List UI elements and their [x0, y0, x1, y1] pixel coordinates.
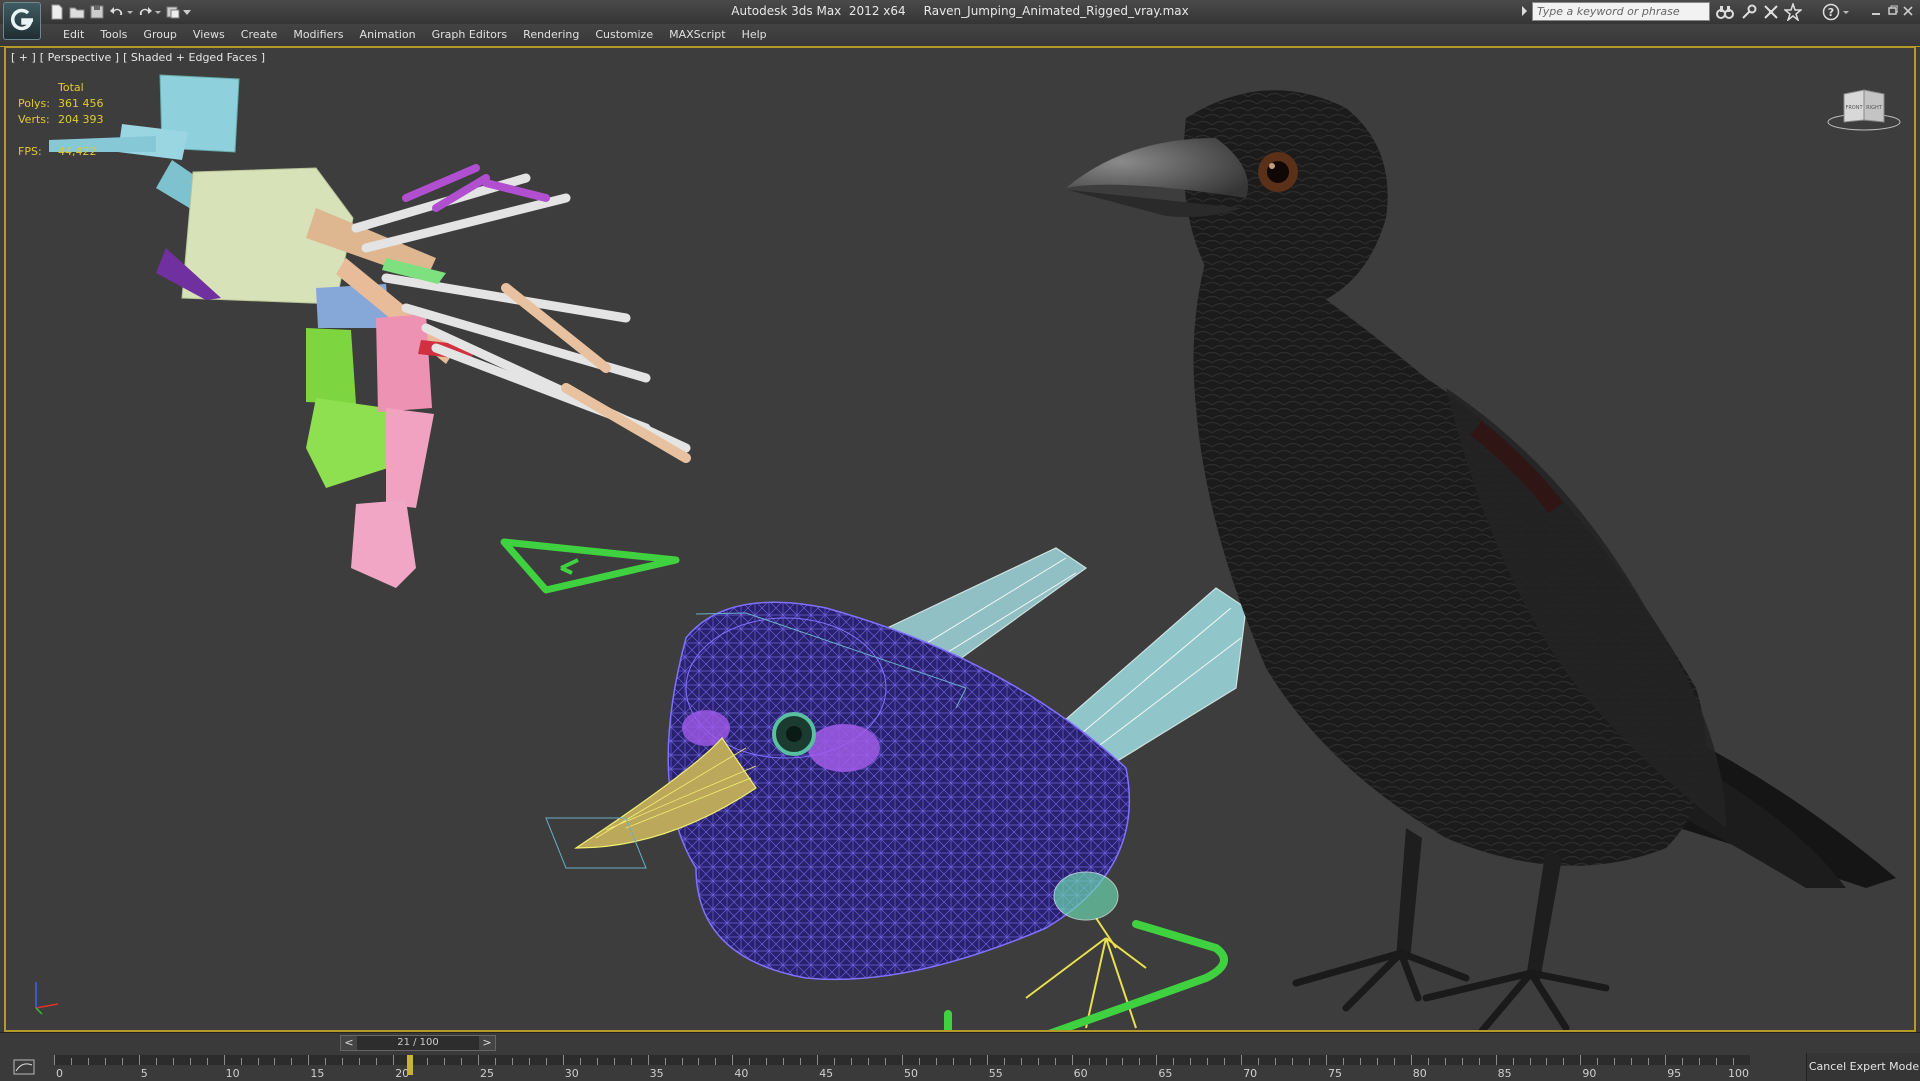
menu-modifiers[interactable]: Modifiers — [285, 28, 351, 44]
track-bar[interactable]: 0 5 10 15 20 25 30 35 40 45 50 55 60 65 70 75 80 85 90 95 10… — [54, 1055, 1750, 1081]
menu-group[interactable]: Group — [135, 28, 185, 44]
stats-verts-value: 204 393 — [58, 113, 104, 126]
track-tick-label: 0 — [56, 1067, 63, 1080]
stats-polys-value: 361 456 — [58, 97, 104, 110]
search-input[interactable] — [1532, 2, 1710, 21]
track-tick-label: 100 — [1728, 1067, 1749, 1080]
key-wrench-icon — [1742, 4, 1757, 19]
close-icon — [1903, 6, 1913, 16]
menu-customize[interactable]: Customize — [587, 28, 661, 44]
help-button[interactable]: ? — [1822, 3, 1840, 21]
track-tick-label: 50 — [904, 1067, 918, 1080]
restore-button[interactable] — [1884, 2, 1900, 20]
track-tick-label: 30 — [565, 1067, 579, 1080]
track-tick-label: 60 — [1074, 1067, 1088, 1080]
control-arrow-icon — [560, 558, 579, 575]
track-tick-label: 85 — [1498, 1067, 1512, 1080]
viewport-point-of-view[interactable]: [ Perspective ] — [40, 51, 119, 64]
help-dropdown[interactable] — [1842, 3, 1850, 21]
track-tick-label: 65 — [1158, 1067, 1172, 1080]
previous-frame-button[interactable]: < — [341, 1036, 357, 1050]
app-title: Autodesk 3ds Max 2012 x64 — [731, 4, 906, 18]
menu-views[interactable]: Views — [185, 28, 233, 44]
chevron-down-icon — [1843, 11, 1849, 14]
menu-items: Edit Tools Group Views Create Modifiers … — [55, 28, 775, 44]
rendered-raven[interactable] — [1066, 90, 1896, 1030]
track-tick-label: 15 — [310, 1067, 324, 1080]
menu-help[interactable]: Help — [734, 28, 775, 44]
bone-rig-proxy[interactable] — [49, 74, 691, 588]
scene-statistics: Total Polys: 361 456 Verts: 204 393 FPS: 44… — [18, 80, 138, 160]
cancel-expert-mode-button[interactable]: Cancel Expert Mode — [1806, 1053, 1920, 1081]
track-tick-label: 40 — [734, 1067, 748, 1080]
time-slider[interactable]: < 21 / 100 > — [340, 1035, 496, 1051]
star-icon — [1782, 1, 1804, 23]
menu-tools[interactable]: Tools — [92, 28, 135, 44]
close-window-button[interactable] — [1900, 2, 1916, 20]
perspective-viewport[interactable]: [ + ] [ Perspective ] [ Shaded + Edged Fac… — [4, 46, 1916, 1032]
axis-tripod-icon — [35, 982, 59, 1015]
frame-counter[interactable]: 21 / 100 — [357, 1036, 479, 1050]
track-tick-label: 90 — [1582, 1067, 1596, 1080]
minimize-icon — [1872, 13, 1880, 15]
track-tick-label: 75 — [1328, 1067, 1342, 1080]
favorites-button[interactable] — [1782, 1, 1804, 23]
help-question-icon: ? — [1822, 3, 1840, 21]
stats-fps-value: 44,422 — [58, 145, 97, 158]
menu-create[interactable]: Create — [233, 28, 286, 44]
open-mini-curve-editor-button[interactable] — [10, 1057, 38, 1077]
menu-rendering[interactable]: Rendering — [515, 28, 587, 44]
communication-center-button[interactable] — [1762, 3, 1780, 21]
3dsmax-logo-icon — [11, 8, 33, 31]
next-frame-button[interactable]: > — [479, 1036, 495, 1050]
caret-right-icon[interactable] — [1521, 6, 1529, 16]
track-tick-label: 35 — [650, 1067, 664, 1080]
stats-header: Total — [58, 81, 84, 94]
track-tick-label: 70 — [1243, 1067, 1257, 1080]
control-shape-triangle[interactable] — [500, 538, 680, 594]
viewcube-right-label[interactable]: RIGHT — [1866, 105, 1883, 111]
menu-animation[interactable]: Animation — [352, 28, 424, 44]
viewport-menu-plus[interactable]: [ + ] — [11, 51, 36, 64]
current-frame-marker[interactable] — [407, 1055, 413, 1075]
curve-editor-icon — [13, 1059, 35, 1075]
track-tick-label: 10 — [226, 1067, 240, 1080]
stats-polys-label: Polys: — [18, 97, 50, 110]
title-bar: Autodesk 3ds Max 2012 x64 Raven_Jumping_A… — [0, 0, 1920, 40]
track-tick-label: 5 — [141, 1067, 148, 1080]
viewcube[interactable]: FRONT RIGHT — [1826, 80, 1902, 134]
menu-bar: Edit Tools Group Views Create Modifiers … — [0, 24, 1920, 47]
track-tick-label: 80 — [1413, 1067, 1427, 1080]
binoculars-icon — [1716, 6, 1734, 19]
menu-edit[interactable]: Edit — [55, 28, 92, 44]
stats-verts-label: Verts: — [18, 113, 50, 126]
viewcube-front-label[interactable]: FRONT — [1845, 105, 1863, 111]
stats-fps-label: FPS: — [18, 145, 42, 158]
track-tick-label: 55 — [989, 1067, 1003, 1080]
wireframe-bird[interactable] — [545, 547, 1247, 1029]
subscription-center-button[interactable] — [1740, 3, 1758, 21]
viewport-shading-mode[interactable]: [ Shaded + Edged Faces ] — [123, 51, 265, 64]
file-name: Raven_Jumping_Animated_Rigged_vray.max — [923, 4, 1189, 18]
svg-text:?: ? — [1828, 6, 1834, 19]
menu-maxscript[interactable]: MAXScript — [661, 28, 733, 44]
menu-graph-editors[interactable]: Graph Editors — [424, 28, 516, 44]
track-tick-label: 95 — [1667, 1067, 1681, 1080]
time-slider-area: < 21 / 100 > 0 5 10 15 20 25 30 35 40 45 50 55 60 65 7… — [0, 1032, 1920, 1081]
search-binoculars-button[interactable] — [1716, 3, 1734, 21]
viewport-scene[interactable] — [6, 48, 1914, 1030]
track-tick-label: 25 — [480, 1067, 494, 1080]
satellite-icon — [1764, 5, 1778, 19]
application-menu-button[interactable] — [3, 2, 41, 40]
restore-icon — [1888, 5, 1899, 15]
track-tick-label: 45 — [819, 1067, 833, 1080]
minimize-button[interactable] — [1868, 2, 1884, 20]
viewport-label[interactable]: [ + ] [ Perspective ] [ Shaded + Edged Fac… — [11, 51, 269, 64]
